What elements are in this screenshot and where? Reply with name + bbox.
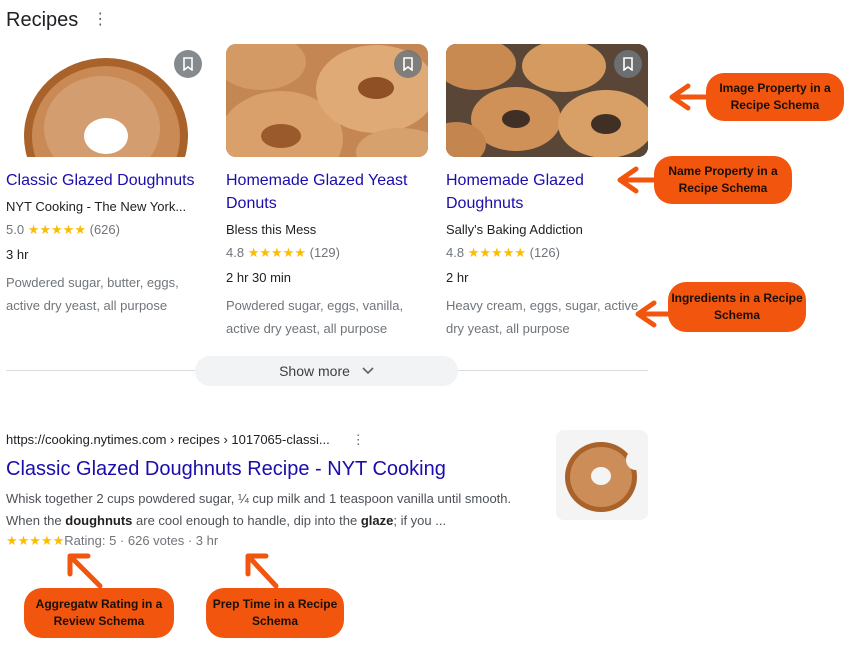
callout-prep-time: Prep Time in a Recipe Schema [206, 588, 344, 638]
callout-ingredients: Ingredients in a Recipe Schema [668, 282, 806, 332]
callout-name-property: Name Property in a Recipe Schema [654, 156, 792, 204]
callout-aggregate-rating: Aggregatw Rating in a Review Schema [24, 588, 174, 638]
callout-image-property: Image Property in a Recipe Schema [706, 73, 844, 121]
